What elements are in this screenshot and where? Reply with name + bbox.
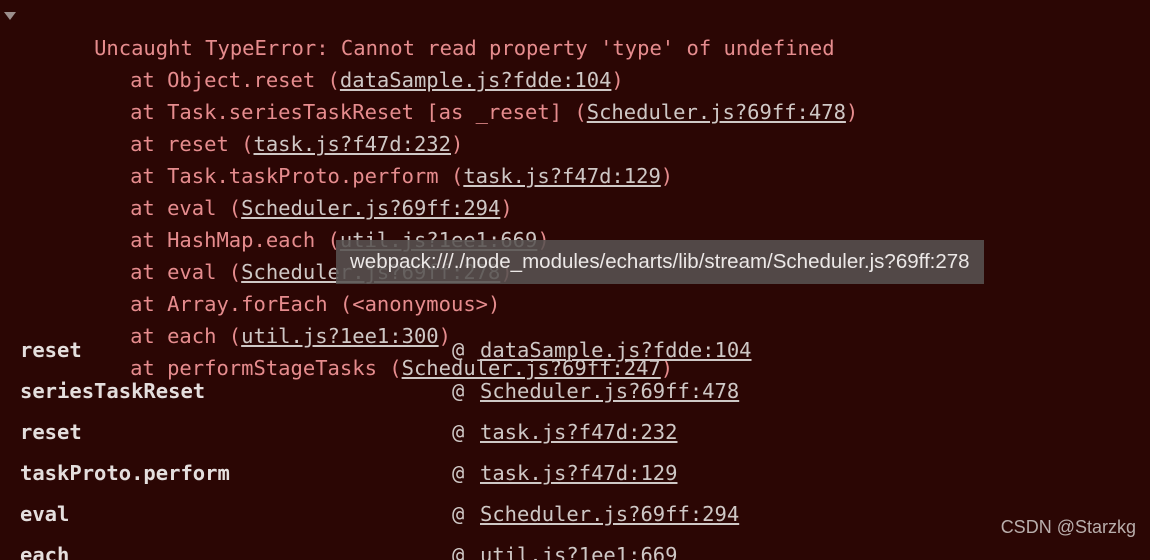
stack-line-anonymous-label: <anonymous>: [352, 292, 488, 316]
call-frame-row[interactable]: each @ util.js?1ee1:669: [0, 535, 1150, 560]
stack-line-prefix: at: [130, 132, 168, 156]
call-frame-row[interactable]: reset @ dataSample.js?fdde:104: [0, 330, 1150, 371]
stack-line-source-link[interactable]: task.js?f47d:232: [254, 132, 451, 156]
stack-line-open-paren: (: [228, 132, 254, 156]
source-link-tooltip: webpack:///./node_modules/echarts/lib/st…: [336, 240, 984, 284]
call-frame-function-name: each: [20, 543, 70, 560]
at-symbol-icon: @: [452, 420, 465, 444]
call-frame-function-name: reset: [20, 420, 82, 444]
call-frame-row[interactable]: reset @ task.js?f47d:232: [0, 412, 1150, 453]
call-frame-row[interactable]: seriesTaskReset @ Scheduler.js?69ff:478: [0, 371, 1150, 412]
stack-line-function: Object.reset: [167, 68, 316, 92]
call-frame-source-link[interactable]: Scheduler.js?69ff:478: [480, 371, 739, 412]
at-symbol-icon: @: [452, 461, 465, 485]
at-symbol-icon: @: [452, 379, 465, 403]
call-frame-row[interactable]: eval @ Scheduler.js?69ff:294: [0, 494, 1150, 535]
stack-line-open-paren: (: [438, 164, 464, 188]
call-frame-source-link[interactable]: util.js?1ee1:669: [480, 535, 677, 560]
stack-line-prefix: at: [130, 228, 168, 252]
stack-line-open-paren: (: [327, 292, 353, 316]
stack-line-close-paren: ): [500, 196, 513, 220]
stack-line-function: eval: [167, 260, 217, 284]
chevron-down-icon[interactable]: [4, 12, 16, 20]
call-frame-source-link[interactable]: Scheduler.js?69ff:294: [480, 494, 739, 535]
stack-line-function: Task.taskProto.perform: [167, 164, 439, 188]
stack-line-close-paren: ): [488, 292, 501, 316]
stack-line-close-paren: ): [845, 100, 859, 124]
stack-line-open-paren: (: [216, 260, 242, 284]
stack-line-prefix: at: [130, 164, 168, 188]
stack-line-open-paren: (: [562, 100, 587, 124]
stack-line-prefix: at: [130, 68, 168, 92]
error-headline-row: Uncaught TypeError: Cannot read property…: [0, 0, 1150, 60]
stack-line-close-paren: ): [660, 164, 674, 188]
devtools-console-panel: Uncaught TypeError: Cannot read property…: [0, 0, 1150, 560]
stack-line-close-paren: ): [450, 132, 464, 156]
call-frame-function-name: reset: [20, 338, 82, 362]
stack-line-open-paren: (: [216, 196, 242, 220]
stack-line-source-link[interactable]: Scheduler.js?69ff:478: [587, 100, 846, 124]
call-frame-source-link[interactable]: task.js?f47d:232: [480, 412, 677, 453]
error-headline-text: Uncaught TypeError: Cannot read property…: [94, 36, 835, 60]
call-frame-function-name: seriesTaskReset: [20, 379, 206, 403]
stack-line-prefix: at: [130, 100, 168, 124]
stack-line-prefix: at: [130, 196, 168, 220]
stack-line-source-link[interactable]: Scheduler.js?69ff:294: [241, 196, 500, 220]
call-frame-source-link[interactable]: dataSample.js?fdde:104: [480, 330, 752, 371]
stack-line-open-paren: (: [315, 68, 340, 92]
stack-line-function: eval: [167, 196, 217, 220]
stack-line-function: reset: [167, 132, 229, 156]
stack-line-prefix: at: [130, 292, 168, 316]
call-frame-source-link[interactable]: task.js?f47d:129: [480, 453, 677, 494]
stack-line-source-link[interactable]: task.js?f47d:129: [463, 164, 660, 188]
stack-line-close-paren: ): [611, 68, 624, 92]
stack-line-prefix: at: [130, 260, 168, 284]
at-symbol-icon: @: [452, 338, 465, 362]
stack-line-function: HashMap.each: [167, 228, 316, 252]
at-symbol-icon: @: [452, 543, 465, 560]
call-frame-row[interactable]: taskProto.perform @ task.js?f47d:129: [0, 453, 1150, 494]
call-frame-function-name: eval: [20, 502, 70, 526]
watermark-text: CSDN @Starzkg: [1000, 517, 1136, 537]
error-message-group: Uncaught TypeError: Cannot read property…: [0, 0, 1150, 380]
stack-line-source-link[interactable]: dataSample.js?fdde:104: [340, 68, 612, 92]
call-frame-function-name: taskProto.perform: [20, 461, 230, 485]
call-frames-list: reset @ dataSample.js?fdde:104 seriesTas…: [0, 330, 1150, 560]
at-symbol-icon: @: [452, 502, 465, 526]
stack-line-function: Array.forEach: [167, 292, 328, 316]
stack-line-function: Task.seriesTaskReset [as _reset]: [167, 100, 563, 124]
